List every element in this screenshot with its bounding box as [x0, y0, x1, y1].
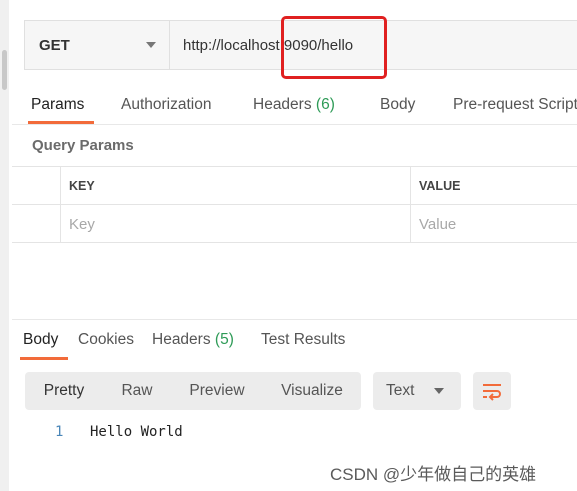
query-params-title: Query Params	[32, 137, 134, 154]
request-tabs: Params Authorization Headers (6) Body Pr…	[12, 88, 577, 124]
tab-authorization[interactable]: Authorization	[121, 88, 211, 124]
response-type-label: Text	[386, 382, 415, 399]
line-number: 1	[55, 424, 64, 440]
table-row: Key Value	[12, 205, 577, 243]
table-header-row: KEY VALUE	[12, 167, 577, 205]
preview-button[interactable]: Preview	[177, 372, 257, 410]
response-text: Hello World	[90, 424, 183, 440]
response-tabs: Body Cookies Headers (5) Test Results	[12, 322, 577, 360]
value-column-header: VALUE	[419, 179, 461, 193]
response-type-select[interactable]: Text	[373, 372, 461, 410]
wrap-lines-icon	[483, 384, 501, 401]
tab-pre-request-script[interactable]: Pre-request Script	[453, 88, 577, 124]
value-input[interactable]: Value	[411, 205, 577, 243]
method-label: GET	[39, 36, 70, 54]
left-scrollbar[interactable]	[0, 0, 9, 491]
format-button-group: Pretty Raw Preview Visualize	[25, 372, 361, 410]
raw-button[interactable]: Raw	[105, 372, 169, 410]
row-checkbox-cell[interactable]	[12, 205, 61, 243]
checkbox-column-header	[12, 167, 61, 205]
response-headers-count: (5)	[214, 331, 234, 348]
tab-params[interactable]: Params	[27, 88, 95, 124]
chevron-down-icon	[434, 388, 444, 394]
divider	[12, 319, 577, 320]
key-column-header: KEY	[61, 167, 411, 205]
tab-test-results[interactable]: Test Results	[261, 322, 345, 360]
wrap-lines-button[interactable]	[473, 372, 511, 410]
tab-headers[interactable]: Headers (6)	[253, 88, 335, 124]
annotation-highlight-box	[281, 16, 387, 79]
tab-cookies[interactable]: Cookies	[78, 322, 134, 360]
visualize-button[interactable]: Visualize	[269, 372, 355, 410]
scrollbar-thumb[interactable]	[2, 50, 7, 90]
chevron-down-icon	[146, 42, 156, 48]
tab-body[interactable]: Body	[380, 88, 415, 124]
pretty-button[interactable]: Pretty	[29, 372, 99, 410]
tab-response-headers[interactable]: Headers (5)	[152, 322, 234, 360]
key-input[interactable]: Key	[61, 205, 411, 243]
tab-response-body[interactable]: Body	[19, 322, 69, 360]
divider	[12, 124, 577, 125]
params-table: KEY VALUE Key Value	[12, 166, 577, 243]
method-select[interactable]: GET	[25, 21, 170, 69]
headers-count: (6)	[315, 96, 335, 113]
response-body-line: 1 Hello World	[55, 424, 183, 444]
watermark: CSDN @少年做自己的英雄	[330, 465, 537, 484]
